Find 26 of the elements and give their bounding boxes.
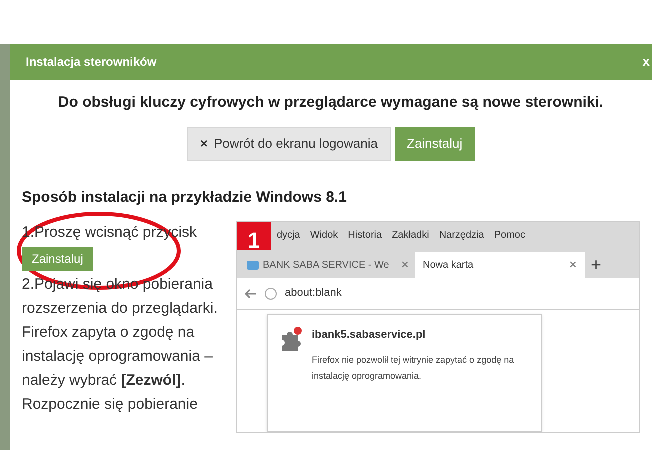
- new-tab-button[interactable]: +: [591, 252, 602, 278]
- info-icon: [265, 288, 277, 300]
- tab-title: Nowa karta: [423, 258, 474, 272]
- popup-site: ibank5.sabaservice.pl: [312, 328, 427, 343]
- menu-item[interactable]: Historia: [348, 228, 382, 242]
- menu-item[interactable]: dycja: [277, 228, 300, 242]
- back-button[interactable]: × Powrót do ekranu logowania: [187, 126, 391, 160]
- puzzle-icon: [280, 327, 302, 351]
- menu-item[interactable]: Widok: [310, 228, 338, 242]
- close-icon[interactable]: ×: [569, 255, 577, 275]
- menu-item[interactable]: Narzędzia: [439, 228, 484, 242]
- tab-title: BANK SABA SERVICE - We: [263, 258, 390, 272]
- bank-favicon-icon: [247, 260, 259, 270]
- popup-message: Firefox nie pozwolił tej witrynie zapytać o zgodę na instalację oprogramowania.: [312, 354, 516, 383]
- close-icon: ×: [200, 134, 208, 154]
- menu-item[interactable]: Pomoc: [494, 228, 526, 242]
- button-label: Powrót do ekranu logowania: [214, 134, 378, 153]
- browser-tab[interactable]: BANK SABA SERVICE - We ×: [243, 252, 413, 278]
- back-arrow-icon[interactable]: [245, 288, 257, 298]
- browser-tab[interactable]: Nowa karta ×: [415, 252, 585, 278]
- dialog-message: Do obsługi kluczy cyfrowych w przeglądarce wymagane są nowe sterowniki.: [57, 93, 605, 113]
- address-field[interactable]: about:blank: [285, 285, 342, 302]
- section-heading: Sposób instalacji na przykładzie Windows 8.1: [22, 188, 348, 208]
- menu-item[interactable]: Zakładki: [392, 228, 430, 242]
- step-number-badge: 1: [237, 222, 271, 250]
- dialog-title: Instalacja sterowników: [26, 54, 157, 71]
